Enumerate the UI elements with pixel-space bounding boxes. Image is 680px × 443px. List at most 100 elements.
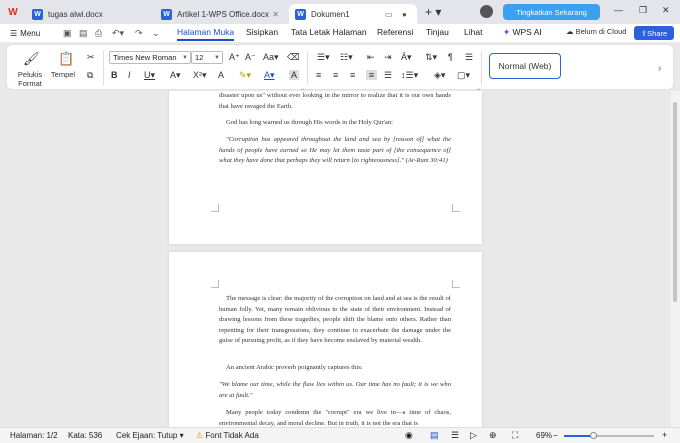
upgrade-button[interactable]: Tingkatkan Sekarang	[503, 4, 600, 20]
zoom-slider-knob[interactable]	[590, 432, 597, 439]
grow-font-icon[interactable]: A⁺	[229, 52, 240, 63]
missing-font-status[interactable]: ⚠ Font Tidak Ada	[196, 431, 259, 440]
tab-tata-letak[interactable]: Tata Letak Halaman	[291, 27, 367, 37]
page-view-icon[interactable]: ▤	[430, 430, 439, 441]
tab-tinjau[interactable]: Tinjau	[426, 27, 449, 37]
show-marks-icon[interactable]: ¶	[448, 52, 453, 62]
justify-icon[interactable]: ≡	[366, 70, 377, 80]
align-left-icon[interactable]: ≡	[316, 70, 321, 80]
page-2[interactable]: The message is clear: the majority of th…	[169, 252, 482, 427]
monitor-icon[interactable]: ▭	[385, 10, 393, 19]
margin-corner	[211, 204, 219, 212]
bold-icon[interactable]: B	[111, 70, 118, 80]
zoom-level[interactable]: 69%	[536, 431, 552, 440]
char-shading-icon[interactable]: A	[289, 70, 299, 80]
highlight-icon[interactable]: ✎▾	[239, 70, 251, 81]
paragraph-quote[interactable]: "Corruption has appeared throughout the …	[219, 135, 451, 167]
align-center-icon[interactable]: ≡	[333, 70, 338, 80]
tab-halaman-muka[interactable]: Halaman Muka	[177, 27, 235, 41]
menu-button[interactable]: ☰ Menu	[10, 29, 40, 38]
avatar[interactable]	[480, 5, 493, 18]
tab-dokumen1[interactable]: W Dokumen1 ▭ ●	[289, 4, 417, 24]
margin-corner	[452, 204, 460, 212]
share-button[interactable]: ⇪ Share	[634, 26, 674, 40]
paragraph-settings-icon[interactable]: ☰	[465, 52, 473, 63]
document-area[interactable]: disaster upon us" without ever looking i…	[0, 91, 670, 427]
borders-icon[interactable]: ▢▾	[457, 70, 470, 81]
line-spacing-icon[interactable]: ↕☰▾	[401, 70, 418, 81]
strikethrough-icon[interactable]: A▾	[170, 70, 181, 81]
shading-icon[interactable]: ◈▾	[434, 70, 445, 81]
paragraph[interactable]: An ancient Arabic proverb poignantly cap…	[219, 363, 451, 374]
distributed-icon[interactable]: ☰	[384, 70, 392, 81]
text-effect-icon[interactable]: A	[218, 70, 224, 80]
close-window-icon[interactable]: ✕	[662, 5, 670, 16]
font-name-select[interactable]: Times New Roman ▼	[109, 51, 191, 64]
increase-indent-icon[interactable]: ⇥	[384, 52, 392, 63]
tab-lihat[interactable]: Lihat	[464, 27, 482, 37]
scrollbar-thumb[interactable]	[673, 102, 677, 302]
cut-icon[interactable]: ✂	[87, 52, 95, 63]
save-icon[interactable]: ▣	[63, 28, 72, 39]
tab-wps-ai[interactable]: ✦ WPS AI	[503, 27, 542, 38]
redo-icon[interactable]: ↷	[135, 28, 143, 39]
play-icon[interactable]: ▷	[470, 430, 477, 441]
paragraph[interactable]: The message is clear: the majority of th…	[219, 294, 451, 347]
underline-icon[interactable]: U▾	[144, 70, 155, 81]
paragraph[interactable]: Many people today condemn the "corrupt" …	[219, 408, 451, 427]
zoom-out-icon[interactable]: −	[553, 431, 558, 440]
export-pdf-icon[interactable]: ▤	[79, 28, 88, 39]
sort-icon[interactable]: ⇅▾	[425, 52, 437, 63]
fit-page-icon[interactable]: ⛶	[512, 430, 518, 441]
superscript-icon[interactable]: X²▾	[193, 70, 207, 81]
font-color-icon[interactable]: A▾	[264, 70, 275, 81]
new-tab-icon[interactable]: + ▾	[425, 5, 441, 19]
print-icon[interactable]: ⎙	[95, 28, 102, 39]
paragraph[interactable]: God has long warned us through His words…	[219, 118, 451, 129]
restore-icon[interactable]: ❐	[639, 5, 647, 16]
italic-icon[interactable]: I	[128, 70, 131, 80]
numbered-list-icon[interactable]: ☷▾	[340, 52, 353, 63]
wps-logo-icon[interactable]: W	[0, 0, 26, 24]
chevron-down-icon[interactable]: ⌄	[152, 28, 160, 39]
change-case-icon[interactable]: Aa▾	[263, 52, 279, 63]
tab-sisipkan[interactable]: Sisipkan	[246, 27, 278, 37]
shrink-font-icon[interactable]: A⁻	[245, 52, 256, 63]
divider	[481, 51, 482, 85]
spell-check-status[interactable]: Cek Ejaan: Tutup ▾	[116, 431, 184, 440]
close-tab-icon[interactable]: ✕	[272, 10, 279, 19]
clear-format-icon[interactable]: ⌫	[287, 52, 300, 63]
undo-icon[interactable]: ↶▾	[112, 28, 124, 39]
format-painter-label[interactable]: Pelukis Format	[13, 70, 47, 88]
copy-icon[interactable]: ⧉	[87, 70, 93, 81]
word-count[interactable]: Kata: 536	[68, 431, 102, 440]
bullet-list-icon[interactable]: ☰▾	[317, 52, 330, 63]
page-1[interactable]: disaster upon us" without ever looking i…	[169, 91, 482, 244]
divider	[103, 51, 104, 85]
paragraph[interactable]: disaster upon us" without ever looking i…	[219, 91, 451, 112]
font-name-value: Times New Roman	[113, 53, 177, 62]
chevron-right-icon[interactable]: ›	[658, 63, 661, 74]
page-count[interactable]: Halaman: 1/2	[10, 431, 58, 440]
eye-icon[interactable]: ◉	[405, 430, 413, 441]
align-right-icon[interactable]: ≡	[350, 70, 355, 80]
minimize-icon[interactable]: —	[614, 5, 623, 15]
format-painter-icon[interactable]: 🖌	[23, 51, 40, 67]
paste-icon[interactable]: 📋	[58, 51, 74, 67]
style-normal-web[interactable]: Normal (Web)	[489, 53, 561, 79]
paste-label[interactable]: Tempel	[48, 70, 78, 79]
zoom-in-icon[interactable]: +	[662, 430, 667, 440]
cloud-status[interactable]: ☁ Belum di Cloud	[566, 27, 626, 36]
tab-artikel[interactable]: W Artikel 1-WPS Office.docx ✕	[155, 4, 285, 24]
decrease-indent-icon[interactable]: ⇤	[367, 52, 375, 63]
web-view-icon[interactable]: ⊕	[489, 430, 497, 441]
chinese-layout-icon[interactable]: Ä▾	[401, 52, 412, 63]
tab-referensi[interactable]: Referensi	[377, 27, 413, 37]
tab-tugas-alwi[interactable]: W tugas alwi.docx	[26, 4, 151, 24]
chevron-down-icon: ▾	[179, 431, 184, 440]
font-size-select[interactable]: 12 ▼	[191, 51, 223, 64]
cloud-icon: ☁	[566, 27, 576, 36]
hamburger-icon: ☰	[10, 28, 18, 38]
outline-view-icon[interactable]: ☰	[451, 430, 459, 441]
paragraph-quote[interactable]: "We blame our time, while the flaw lies …	[219, 380, 451, 401]
